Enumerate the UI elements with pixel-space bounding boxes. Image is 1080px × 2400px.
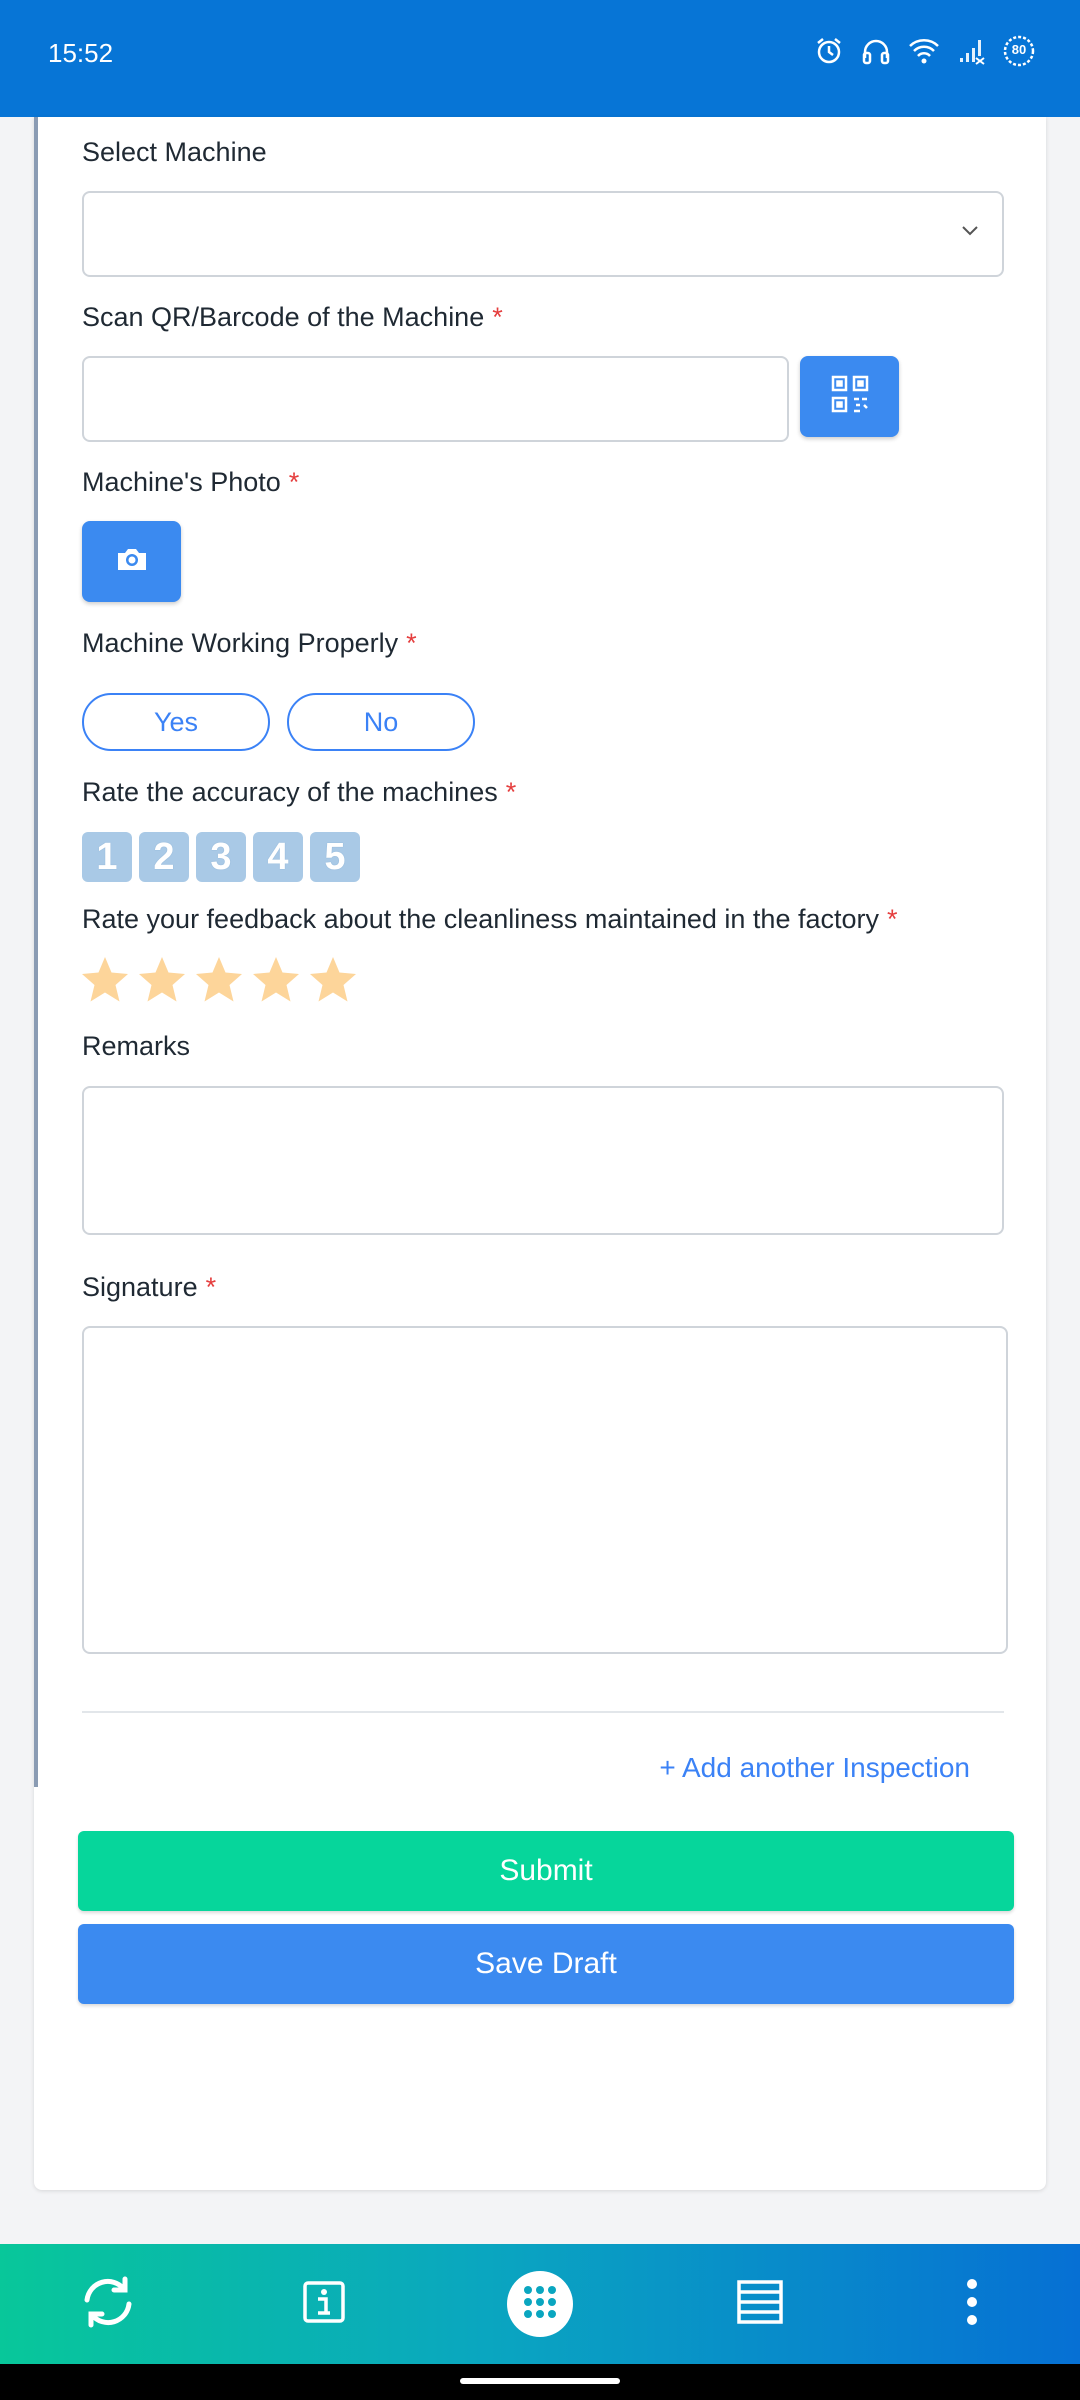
- bottom-navigation: [0, 2244, 1080, 2364]
- rating-option-label: 1: [96, 835, 118, 878]
- cleanliness-label-text: Rate your feedback about the cleanliness…: [82, 904, 879, 934]
- remarks-label-text: Remarks: [82, 1031, 191, 1061]
- qr-code-input[interactable]: [82, 356, 789, 442]
- rating-option-1[interactable]: 1: [82, 832, 132, 882]
- status-bar: 15:52 80: [0, 0, 1080, 117]
- camera-icon: [115, 545, 149, 578]
- accuracy-label-text: Rate the accuracy of the machines: [82, 777, 498, 807]
- remarks-label: Remarks: [82, 1031, 190, 1062]
- apps-grid-icon: [520, 2282, 560, 2327]
- more-options-button[interactable]: [940, 2272, 1004, 2336]
- divider: [82, 1711, 1004, 1713]
- star-icon-4[interactable]: [251, 955, 301, 1005]
- star-icon-1[interactable]: [80, 955, 130, 1005]
- home-gesture-handle[interactable]: [460, 2378, 620, 2384]
- scan-qr-label: Scan QR/Barcode of the Machine *: [82, 302, 503, 333]
- alarm-icon: [814, 36, 844, 71]
- list-button[interactable]: [728, 2272, 792, 2336]
- rating-option-2[interactable]: 2: [139, 832, 189, 882]
- wifi-icon: [908, 37, 940, 70]
- rating-option-5[interactable]: 5: [310, 832, 360, 882]
- select-machine-dropdown[interactable]: [82, 191, 1004, 277]
- save-draft-button[interactable]: Save Draft: [78, 1924, 1014, 2004]
- yes-option-label: Yes: [153, 706, 199, 737]
- star-icon-2[interactable]: [137, 955, 187, 1005]
- take-photo-button[interactable]: [82, 521, 181, 602]
- status-time: 15:52: [48, 38, 114, 68]
- required-marker: *: [205, 1272, 217, 1302]
- more-vertical-icon: [966, 2278, 978, 2330]
- required-marker: *: [288, 467, 300, 497]
- required-marker: *: [887, 904, 898, 934]
- sync-icon: [79, 2276, 137, 2333]
- add-inspection-link[interactable]: + Add another Inspection: [659, 1752, 970, 1784]
- scan-qr-button[interactable]: [800, 356, 899, 437]
- required-marker: *: [492, 302, 503, 332]
- rating-option-4[interactable]: 4: [253, 832, 303, 882]
- working-properly-label: Machine Working Properly *: [82, 628, 417, 659]
- system-navigation-bar: [0, 2364, 1080, 2400]
- required-marker: *: [406, 628, 417, 658]
- star-icon-5[interactable]: [308, 955, 358, 1005]
- star-icon-3[interactable]: [194, 955, 244, 1005]
- select-machine-label: Select Machine: [82, 137, 267, 168]
- rating-option-label: 4: [267, 835, 289, 878]
- info-button[interactable]: [292, 2272, 356, 2336]
- signature-label-text: Signature: [82, 1272, 198, 1302]
- remarks-textarea[interactable]: [82, 1086, 1004, 1235]
- scan-qr-label-text: Scan QR/Barcode of the Machine: [82, 302, 485, 332]
- accuracy-label: Rate the accuracy of the machines *: [82, 777, 516, 808]
- rating-option-label: 2: [153, 835, 175, 878]
- rating-option-label: 5: [324, 835, 346, 878]
- signature-label: Signature *: [82, 1272, 216, 1303]
- chevron-down-icon: [960, 223, 980, 242]
- required-marker: *: [505, 777, 517, 807]
- signal-icon: [956, 36, 986, 71]
- apps-grid-button[interactable]: [507, 2271, 573, 2337]
- submit-button-label: Submit: [499, 1854, 593, 1887]
- no-option-button[interactable]: No: [287, 693, 475, 751]
- info-icon: [303, 2280, 345, 2328]
- scroll-indicator: [34, 117, 38, 1787]
- status-icons: 80: [814, 34, 1036, 73]
- battery-icon: 80: [1002, 34, 1036, 73]
- submit-button[interactable]: Submit: [78, 1831, 1014, 1911]
- headphones-icon: [860, 36, 892, 71]
- machine-photo-label-text: Machine's Photo: [82, 467, 281, 497]
- signature-pad[interactable]: [82, 1326, 1008, 1654]
- save-draft-button-label: Save Draft: [475, 1947, 617, 1980]
- battery-level: 80: [1011, 42, 1027, 57]
- working-properly-label-text: Machine Working Properly: [82, 628, 399, 658]
- qr-code-icon: [830, 374, 870, 419]
- yes-option-button[interactable]: Yes: [82, 693, 270, 751]
- no-option-label: No: [363, 706, 399, 737]
- rating-option-label: 3: [210, 835, 232, 878]
- list-icon: [737, 2279, 783, 2329]
- machine-photo-label: Machine's Photo *: [82, 467, 299, 498]
- sync-button[interactable]: [76, 2272, 140, 2336]
- select-machine-label-text: Select Machine: [82, 137, 267, 167]
- cleanliness-label: Rate your feedback about the cleanliness…: [82, 904, 898, 935]
- rating-option-3[interactable]: 3: [196, 832, 246, 882]
